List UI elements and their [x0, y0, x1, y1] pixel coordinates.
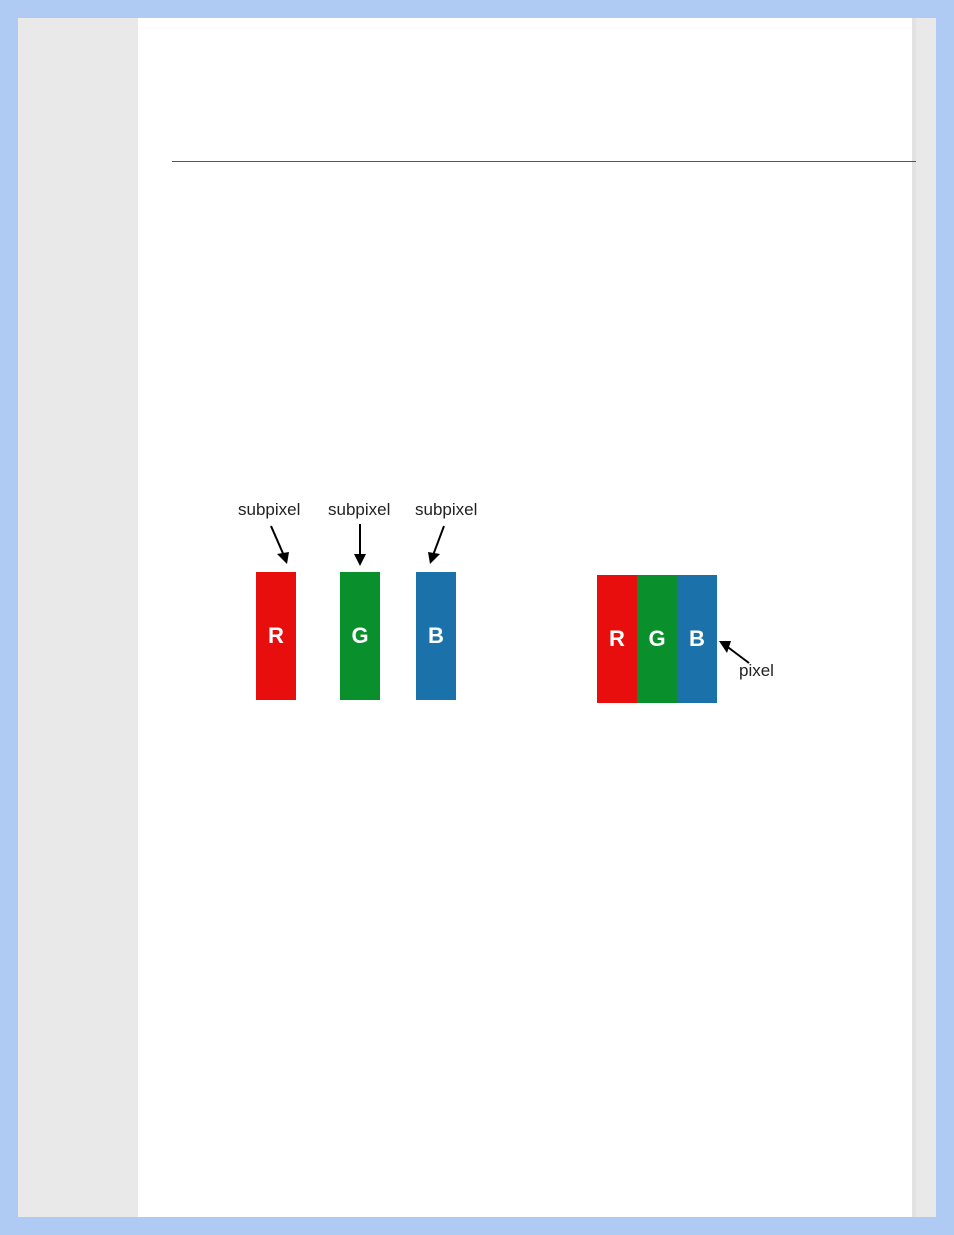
pixel-letter-r: R: [609, 626, 625, 652]
subpixel-bar-g: G: [340, 572, 380, 700]
arrow-down-icon: [350, 522, 370, 572]
subpixel-label-g: subpixel: [328, 500, 390, 520]
subpixel-label-r: subpixel: [238, 500, 300, 520]
arrow-down-icon: [265, 522, 295, 572]
page-content: subpixel: [138, 18, 916, 1217]
subpixel-bar-r: R: [256, 572, 296, 700]
rgb-diagram: subpixel: [232, 500, 896, 740]
subpixel-letter-g: G: [351, 623, 368, 649]
pixel-bar-g: G: [637, 575, 677, 703]
arrow-down-icon: [422, 522, 452, 572]
pixel-bar-b: B: [677, 575, 717, 703]
subpixel-label-b: subpixel: [415, 500, 477, 520]
app-window: subpixel: [18, 18, 936, 1217]
pixel-bar-r: R: [597, 575, 637, 703]
subpixel-letter-r: R: [268, 623, 284, 649]
subpixel-letter-b: B: [428, 623, 444, 649]
header-rule: [172, 161, 916, 162]
pixel-label: pixel: [739, 661, 774, 681]
pixel-letter-b: B: [689, 626, 705, 652]
pixel-letter-g: G: [648, 626, 665, 652]
document-page: subpixel: [138, 18, 916, 1217]
subpixel-bar-b: B: [416, 572, 456, 700]
